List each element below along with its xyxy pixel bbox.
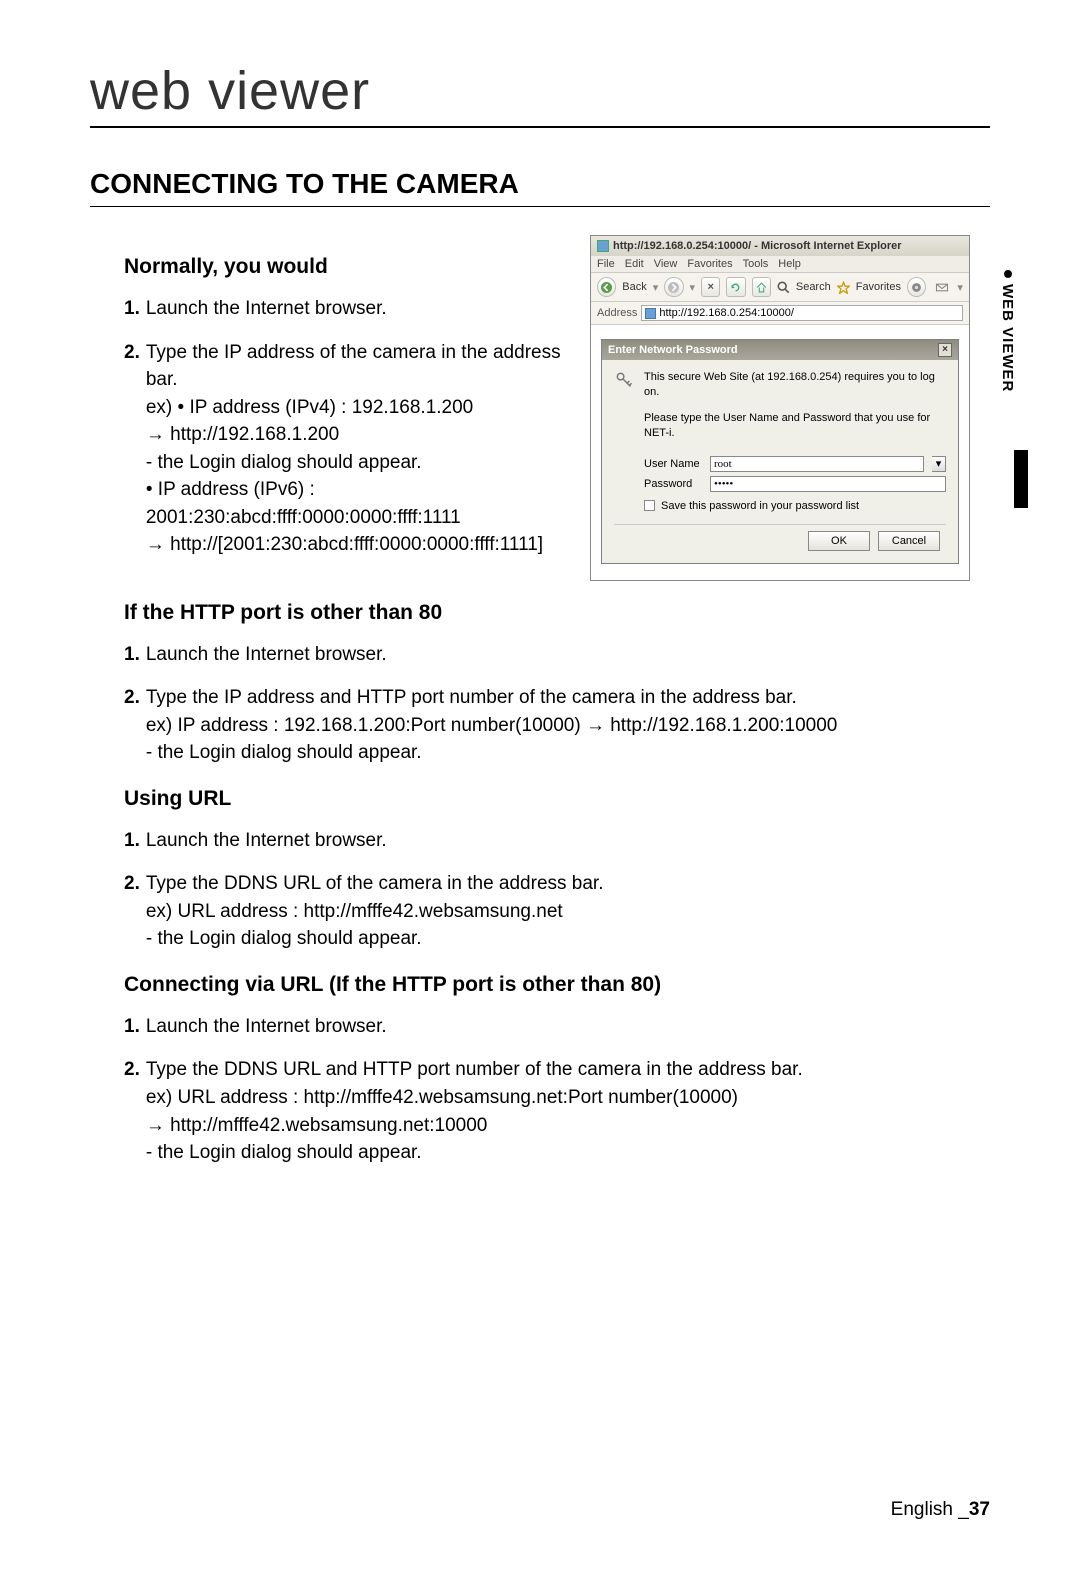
address-bar: Address http://192.168.0.254:10000/ <box>591 302 969 325</box>
mail-icon[interactable] <box>932 277 951 297</box>
password-value: ••••• <box>714 478 733 490</box>
menu-item[interactable]: Help <box>778 258 801 270</box>
page-title: web viewer <box>90 60 990 128</box>
step-number: 1. <box>124 827 140 855</box>
address-label: Address <box>597 307 637 319</box>
footer-sep: _ <box>958 1499 969 1520</box>
username-field[interactable]: root <box>710 456 924 472</box>
subheading-via-url-port: Connecting via URL (If the HTTP port is … <box>90 973 990 997</box>
address-value: http://192.168.0.254:10000/ <box>659 307 794 319</box>
list-item: 2. Type the DDNS URL and HTTP port numbe… <box>124 1056 990 1166</box>
step-body: Type the DDNS URL and HTTP port number o… <box>146 1056 990 1166</box>
dialog-titlebar: Enter Network Password × <box>602 340 958 360</box>
back-icon[interactable] <box>597 277 616 297</box>
save-password-label: Save this password in your password list <box>661 500 859 512</box>
menu-item[interactable]: Favorites <box>687 258 732 270</box>
dialog-line1: This secure Web Site (at 192.168.0.254) … <box>644 370 946 401</box>
close-icon[interactable]: × <box>938 343 952 357</box>
step-body: Type the IP address of the camera in the… <box>146 339 570 559</box>
steps-http-port: 1. Launch the Internet browser. 2. Type … <box>90 641 990 767</box>
steps-using-url: 1. Launch the Internet browser. 2. Type … <box>90 827 990 953</box>
forward-icon[interactable] <box>664 277 683 297</box>
step-body: Launch the Internet browser. <box>146 827 990 855</box>
side-tab-label: WEB VIEWER <box>999 284 1016 392</box>
refresh-icon[interactable] <box>726 277 745 297</box>
stop-icon[interactable]: × <box>701 277 720 297</box>
window-titlebar: http://192.168.0.254:10000/ - Microsoft … <box>591 236 969 256</box>
favorites-label: Favorites <box>856 281 901 293</box>
menu-item[interactable]: Tools <box>743 258 769 270</box>
step-number: 2. <box>124 684 140 767</box>
subheading-using-url: Using URL <box>90 787 990 811</box>
bullet-icon <box>1004 270 1012 278</box>
back-label: Back <box>622 281 646 293</box>
page-footer: English _37 <box>891 1499 990 1521</box>
list-item: 2. Type the DDNS URL of the camera in th… <box>124 870 990 953</box>
ok-button[interactable]: OK <box>808 531 870 551</box>
username-label: User Name <box>644 458 702 470</box>
home-icon[interactable] <box>752 277 771 297</box>
page-icon <box>645 308 656 319</box>
menu-item[interactable]: View <box>654 258 678 270</box>
chevron-down-icon[interactable]: ▾ <box>932 456 946 472</box>
list-item: 2. Type the IP address of the camera in … <box>124 339 570 559</box>
steps-via-url-port: 1. Launch the Internet browser. 2. Type … <box>90 1013 990 1167</box>
ie-icon <box>597 240 609 252</box>
subheading-normally: Normally, you would <box>90 255 570 279</box>
step-number: 2. <box>124 870 140 953</box>
step-number: 1. <box>124 641 140 669</box>
footer-lang: English <box>891 1499 953 1520</box>
step-number: 1. <box>124 295 140 323</box>
list-item: 2. Type the IP address and HTTP port num… <box>124 684 990 767</box>
dialog-title-text: Enter Network Password <box>608 344 738 356</box>
media-icon[interactable] <box>907 277 926 297</box>
save-password-checkbox[interactable] <box>644 500 655 511</box>
step-body: Launch the Internet browser. <box>146 295 570 323</box>
password-field[interactable]: ••••• <box>710 476 946 492</box>
list-item: 1. Launch the Internet browser. <box>124 641 990 669</box>
window-title-text: http://192.168.0.254:10000/ - Microsoft … <box>613 240 902 252</box>
keys-icon <box>614 370 636 392</box>
steps-normally: 1. Launch the Internet browser. 2. Type … <box>90 295 570 559</box>
step-number: 2. <box>124 1056 140 1166</box>
list-item: 1. Launch the Internet browser. <box>124 827 990 855</box>
step-body: Launch the Internet browser. <box>146 641 990 669</box>
list-item: 1. Launch the Internet browser. <box>124 295 570 323</box>
address-field[interactable]: http://192.168.0.254:10000/ <box>641 305 963 321</box>
side-index-marker <box>1014 450 1028 508</box>
step-body: Type the DDNS URL of the camera in the a… <box>146 870 990 953</box>
menu-bar: File Edit View Favorites Tools Help <box>591 256 969 272</box>
step-body: Type the IP address and HTTP port number… <box>146 684 990 767</box>
favorites-icon[interactable] <box>837 277 850 297</box>
menu-item[interactable]: Edit <box>625 258 644 270</box>
cancel-button[interactable]: Cancel <box>878 531 940 551</box>
search-label: Search <box>796 281 831 293</box>
menu-item[interactable]: File <box>597 258 615 270</box>
login-dialog: Enter Network Password × This secure Web… <box>601 339 959 564</box>
step-body: Launch the Internet browser. <box>146 1013 990 1041</box>
dialog-line2: Please type the User Name and Password t… <box>644 411 946 442</box>
list-item: 1. Launch the Internet browser. <box>124 1013 990 1041</box>
subheading-http-port: If the HTTP port is other than 80 <box>90 601 990 625</box>
footer-page: 37 <box>969 1499 990 1520</box>
step-number: 2. <box>124 339 140 559</box>
username-value: root <box>714 458 732 470</box>
step-number: 1. <box>124 1013 140 1041</box>
browser-window-screenshot: http://192.168.0.254:10000/ - Microsoft … <box>590 235 970 581</box>
side-tab: WEB VIEWER <box>999 270 1016 392</box>
section-heading: CONNECTING TO THE CAMERA <box>90 168 990 207</box>
password-label: Password <box>644 478 702 490</box>
search-icon[interactable] <box>777 277 790 297</box>
toolbar: Back ▾ ▾ × Search Favorites <box>591 272 969 302</box>
